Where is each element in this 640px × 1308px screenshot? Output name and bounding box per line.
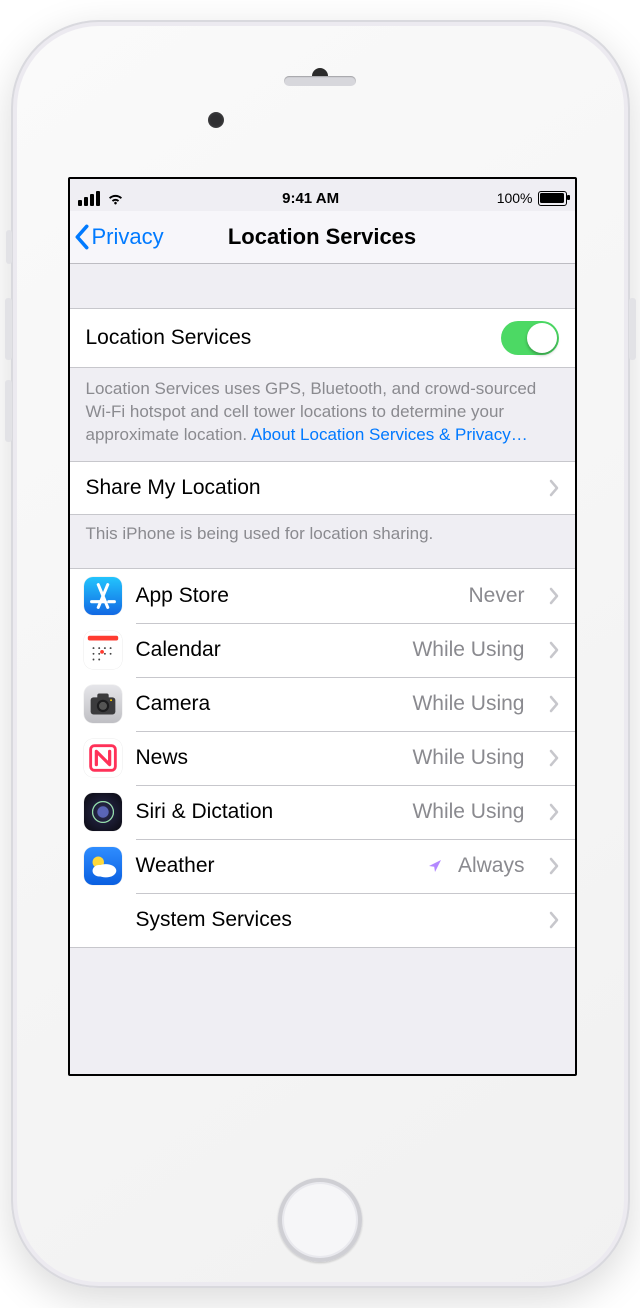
phone-frame: 9:41 AM 100% Privacy Location Services L… xyxy=(11,20,630,1288)
app-value: Never xyxy=(468,584,524,608)
location-services-label: Location Services xyxy=(86,326,252,350)
system-services-row[interactable]: System Services xyxy=(70,893,575,947)
app-name: Siri & Dictation xyxy=(136,800,274,824)
chevron-right-icon xyxy=(549,479,559,497)
appstore-icon xyxy=(84,577,122,615)
page-title: Location Services xyxy=(228,224,416,250)
back-button[interactable]: Privacy xyxy=(74,211,164,263)
speaker-grille xyxy=(284,76,356,86)
about-privacy-link[interactable]: About Location Services & Privacy… xyxy=(251,425,528,444)
status-time: 9:41 AM xyxy=(282,190,339,207)
weather-icon xyxy=(84,847,122,885)
chevron-right-icon xyxy=(549,803,559,821)
news-icon xyxy=(84,739,122,777)
camera-icon xyxy=(84,685,122,723)
app-value: While Using xyxy=(412,800,524,824)
status-bar: 9:41 AM 100% xyxy=(70,179,575,211)
app-row-calendar[interactable]: Calendar While Using xyxy=(70,623,575,677)
battery-indicator: 100% xyxy=(497,190,567,206)
app-row-weather[interactable]: Weather Always xyxy=(70,839,575,893)
app-value: While Using xyxy=(412,746,524,770)
system-services-label: System Services xyxy=(136,908,292,932)
share-my-location-row[interactable]: Share My Location xyxy=(70,462,575,514)
location-recent-icon xyxy=(428,859,442,873)
chevron-right-icon xyxy=(549,641,559,659)
chevron-right-icon xyxy=(549,587,559,605)
back-label: Privacy xyxy=(92,224,164,250)
chevron-right-icon xyxy=(549,749,559,767)
home-button[interactable] xyxy=(278,1178,362,1262)
app-row-appstore[interactable]: App Store Never xyxy=(70,569,575,623)
app-value: While Using xyxy=(412,692,524,716)
share-my-location-label: Share My Location xyxy=(86,476,261,500)
proximity-sensor xyxy=(208,112,224,128)
app-name: Weather xyxy=(136,854,215,878)
siri-icon xyxy=(84,793,122,831)
app-name: News xyxy=(136,746,189,770)
wifi-icon xyxy=(106,191,125,205)
chevron-left-icon xyxy=(74,224,90,250)
screen: 9:41 AM 100% Privacy Location Services L… xyxy=(68,177,577,1076)
app-row-camera[interactable]: Camera While Using xyxy=(70,677,575,731)
share-footer: This iPhone is being used for location s… xyxy=(70,515,575,568)
volume-up xyxy=(5,298,12,360)
calendar-icon xyxy=(84,631,122,669)
chevron-right-icon xyxy=(549,695,559,713)
chevron-right-icon xyxy=(549,911,559,929)
battery-percent: 100% xyxy=(497,190,533,206)
toggle-knob xyxy=(527,323,557,353)
navigation-bar: Privacy Location Services xyxy=(70,211,575,264)
location-services-toggle[interactable] xyxy=(501,321,559,355)
app-row-news[interactable]: News While Using xyxy=(70,731,575,785)
app-value: Always xyxy=(458,854,525,878)
mute-switch xyxy=(6,230,12,264)
app-value: While Using xyxy=(412,638,524,662)
power-button xyxy=(629,298,636,360)
app-row-siri[interactable]: Siri & Dictation While Using xyxy=(70,785,575,839)
toggle-footer: Location Services uses GPS, Bluetooth, a… xyxy=(70,368,575,461)
volume-down xyxy=(5,380,12,442)
cellular-signal-icon xyxy=(78,191,100,206)
app-name: Camera xyxy=(136,692,211,716)
chevron-right-icon xyxy=(549,857,559,875)
app-name: App Store xyxy=(136,584,229,608)
location-services-toggle-row: Location Services xyxy=(70,308,575,368)
app-name: Calendar xyxy=(136,638,221,662)
apps-list: App Store Never Calendar xyxy=(70,568,575,948)
